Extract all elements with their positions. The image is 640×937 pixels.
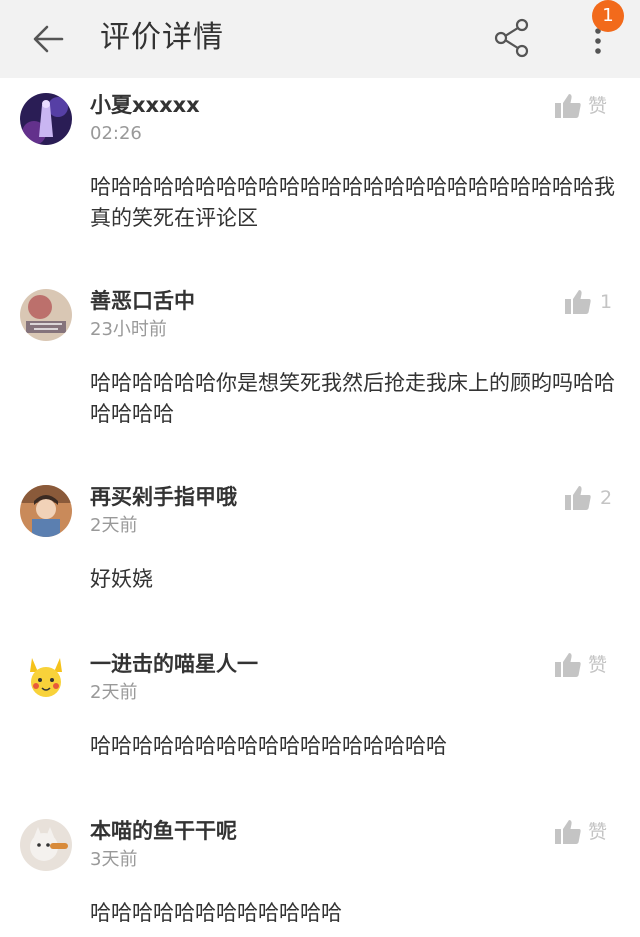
comment-time: 2天前 bbox=[90, 682, 138, 703]
avatar[interactable] bbox=[20, 289, 72, 341]
like-label: 赞 bbox=[588, 654, 608, 676]
username[interactable]: 再买剁手指甲哦 bbox=[90, 480, 237, 514]
comment-time: 3天前 bbox=[90, 849, 138, 870]
comment-time: 02:26 bbox=[90, 123, 142, 144]
comment-text: 哈哈哈哈哈哈哈哈哈哈哈哈哈哈哈哈哈 bbox=[90, 734, 447, 758]
comment-text: 哈哈哈哈哈哈哈哈哈哈哈哈哈哈哈哈哈哈哈哈哈哈哈哈我真的笑死在评论区 bbox=[90, 175, 615, 230]
avatar[interactable] bbox=[20, 485, 72, 537]
like-button[interactable]: 赞 bbox=[554, 649, 634, 681]
avatar[interactable] bbox=[20, 819, 72, 871]
username[interactable]: 善恶口舌中 bbox=[90, 284, 195, 318]
thumbs-up-icon bbox=[565, 486, 591, 510]
comment-item: 一进击的喵星人一 2天前 赞 哈哈哈哈哈哈哈哈哈哈哈哈哈哈哈哈哈 bbox=[0, 639, 640, 779]
comment-text: 好妖娆 bbox=[90, 567, 153, 591]
back-button[interactable] bbox=[28, 17, 72, 61]
like-button[interactable]: 赞 bbox=[554, 816, 634, 848]
like-count: 1 bbox=[600, 291, 613, 313]
page-title: 评价详情 bbox=[100, 20, 224, 55]
notification-badge: 1 bbox=[592, 0, 624, 32]
username[interactable]: 小夏xxxxx bbox=[90, 88, 200, 122]
comment-text: 哈哈哈哈哈哈你是想笑死我然后抢走我床上的顾昀吗哈哈哈哈哈哈 bbox=[90, 371, 615, 426]
like-label: 赞 bbox=[588, 821, 608, 843]
thumbs-up-icon bbox=[555, 820, 581, 844]
share-icon bbox=[494, 18, 529, 58]
comment-item: 本喵的鱼干干呢 3天前 赞 哈哈哈哈哈哈哈哈哈哈哈哈 bbox=[0, 806, 640, 937]
share-button[interactable] bbox=[490, 16, 534, 60]
like-label: 赞 bbox=[588, 95, 608, 117]
like-button[interactable]: 2 bbox=[554, 482, 634, 514]
like-count: 2 bbox=[600, 487, 613, 509]
thumbs-up-icon bbox=[565, 290, 591, 314]
avatar[interactable] bbox=[20, 652, 72, 704]
thumbs-up-icon bbox=[555, 94, 581, 118]
comment-item: 再买剁手指甲哦 2天前 2 好妖娆 bbox=[0, 472, 640, 612]
like-button[interactable]: 赞 bbox=[554, 90, 634, 122]
app-bar: 评价详情 1 bbox=[0, 0, 640, 78]
username[interactable]: 本喵的鱼干干呢 bbox=[90, 814, 237, 848]
like-button[interactable]: 1 bbox=[554, 286, 634, 318]
comment-time: 23小时前 bbox=[90, 319, 167, 340]
username[interactable]: 一进击的喵星人一 bbox=[90, 647, 258, 681]
comment-text: 哈哈哈哈哈哈哈哈哈哈哈哈 bbox=[90, 901, 342, 925]
comment-item: 小夏xxxxx 02:26 赞 哈哈哈哈哈哈哈哈哈哈哈哈哈哈哈哈哈哈哈哈哈哈哈哈… bbox=[0, 80, 640, 250]
comment-time: 2天前 bbox=[90, 515, 138, 536]
comment-item: 善恶口舌中 23小时前 1 哈哈哈哈哈哈你是想笑死我然后抢走我床上的顾昀吗哈哈哈… bbox=[0, 276, 640, 446]
thumbs-up-icon bbox=[555, 653, 581, 677]
avatar[interactable] bbox=[20, 93, 72, 145]
back-arrow-icon bbox=[33, 25, 64, 53]
